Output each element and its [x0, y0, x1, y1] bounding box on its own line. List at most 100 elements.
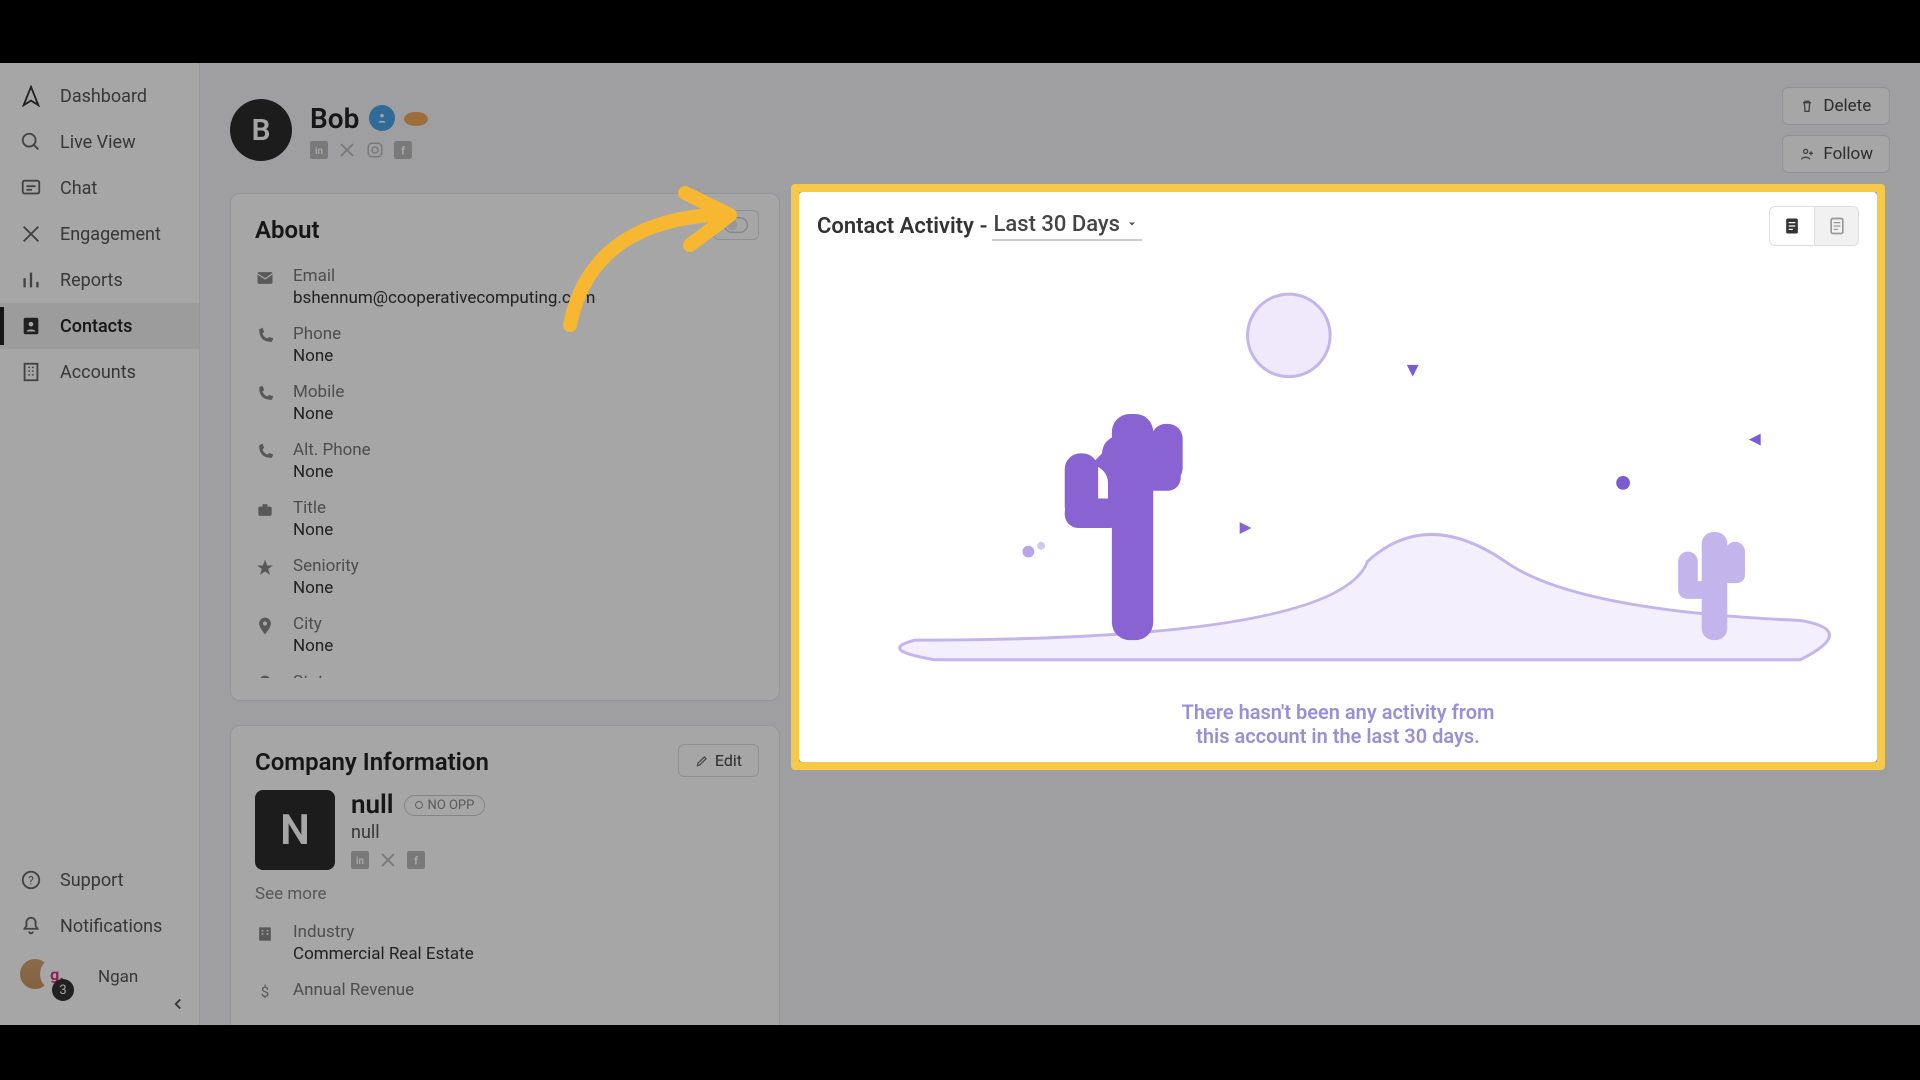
no-opp-chip: NO OPP	[404, 795, 486, 816]
field-title: TitleNone	[255, 490, 755, 548]
star-icon	[255, 556, 281, 578]
svg-text:?: ?	[28, 874, 34, 888]
sidebar-item-support[interactable]: ? Support	[0, 857, 199, 903]
sidebar-item-dashboard[interactable]: Dashboard	[0, 73, 199, 119]
follow-button[interactable]: Follow	[1782, 135, 1890, 173]
trash-icon	[1799, 98, 1815, 114]
engagement-icon	[18, 223, 44, 245]
field-mobile: MobileNone	[255, 374, 755, 432]
activity-view-toggle	[1769, 206, 1859, 246]
sidebar-item-label: Support	[60, 870, 124, 891]
sidebar-item-label: Notifications	[60, 916, 162, 937]
sidebar-item-label: Contacts	[60, 316, 132, 337]
collapse-sidebar-button[interactable]	[169, 995, 187, 1013]
see-more-link[interactable]: See more	[255, 884, 755, 904]
empty-state-illustration	[817, 246, 1859, 700]
svg-text:$: $	[261, 983, 269, 1001]
field-city: CityNone	[255, 606, 755, 664]
linkedin-icon[interactable]: in	[351, 851, 369, 869]
field-email: Email bshennum@cooperativecomputing.com	[255, 258, 755, 316]
about-title: About	[255, 216, 755, 244]
field-phone: PhoneNone	[255, 316, 755, 374]
barchart-icon	[18, 269, 44, 291]
activity-view-grid-button[interactable]	[1814, 207, 1858, 245]
email-icon	[255, 266, 281, 288]
sidebar-item-label: Accounts	[60, 362, 136, 383]
company-avatar: N	[255, 790, 335, 870]
sidebar-item-reports[interactable]: Reports	[0, 257, 199, 303]
briefcase-icon	[255, 498, 281, 520]
instagram-icon[interactable]	[366, 141, 384, 159]
social-icons: in f	[310, 141, 429, 159]
field-seniority: SeniorityNone	[255, 548, 755, 606]
phone-icon	[255, 324, 281, 346]
location-icon	[255, 672, 281, 678]
company-name: null	[351, 790, 394, 820]
globe-search-icon	[18, 131, 44, 153]
x-twitter-icon[interactable]	[338, 141, 356, 159]
follow-button-label: Follow	[1823, 144, 1873, 164]
sidebar-item-contacts[interactable]: Contacts	[0, 303, 199, 349]
sidebar-item-accounts[interactable]: Accounts	[0, 349, 199, 395]
sidebar-item-label: Engagement	[60, 224, 161, 245]
chat-icon	[18, 177, 44, 199]
document-icon	[1782, 216, 1802, 236]
sidebar-item-label: Reports	[60, 270, 123, 291]
pencil-icon	[695, 754, 709, 768]
contact-header: B Bob in f	[200, 63, 1920, 183]
notification-count-badge: 3	[52, 979, 74, 1001]
company-name-row: null NO OPP	[351, 790, 485, 820]
sidebar-item-label: Chat	[60, 178, 97, 199]
help-icon: ?	[18, 869, 44, 891]
logo-icon	[18, 85, 44, 107]
contact-name-row: Bob	[310, 102, 429, 135]
company-edit-button[interactable]: Edit	[678, 744, 759, 777]
contact-name: Bob	[310, 102, 359, 135]
building-icon	[18, 361, 44, 383]
field-value: bshennum@cooperativecomputing.com	[293, 288, 755, 308]
field-industry: IndustryCommercial Real Estate	[255, 914, 755, 972]
activity-title-prefix: Contact Activity -	[817, 214, 988, 239]
about-edit-button[interactable]	[713, 210, 759, 240]
company-subname: null	[351, 822, 485, 843]
about-card: About Email bshennum@cooperativecomputin…	[230, 193, 780, 701]
chevron-down-icon	[1126, 218, 1138, 230]
activity-view-list-button[interactable]	[1770, 207, 1814, 245]
building-icon	[255, 922, 281, 944]
facebook-icon[interactable]: f	[394, 141, 412, 159]
person-add-icon	[1799, 146, 1815, 162]
svg-text:in: in	[356, 856, 364, 867]
sidebar-item-liveview[interactable]: Live View	[0, 119, 199, 165]
linkedin-icon[interactable]: in	[310, 141, 328, 159]
activity-range-dropdown[interactable]: Last 30 Days	[992, 212, 1143, 241]
contact-avatar: B	[230, 99, 292, 161]
dollar-icon: $	[255, 980, 281, 1002]
field-state: State	[255, 664, 755, 678]
avatar-stack: g. 3	[18, 957, 74, 997]
activity-header: Contact Activity - Last 30 Days	[817, 206, 1859, 246]
contacts-icon	[18, 315, 44, 337]
field-altphone: Alt. PhoneNone	[255, 432, 755, 490]
delete-button-label: Delete	[1823, 96, 1871, 116]
delete-button[interactable]: Delete	[1782, 87, 1890, 125]
company-card: Company Information Edit N null	[230, 725, 780, 1025]
x-twitter-icon[interactable]	[379, 851, 397, 869]
sidebar-item-label: Dashboard	[60, 86, 147, 107]
salesforce-cloud-icon	[403, 109, 429, 127]
phone-icon	[255, 382, 281, 404]
phone-icon	[255, 440, 281, 462]
sidebar-item-chat[interactable]: Chat	[0, 165, 199, 211]
field-label: Email	[293, 266, 755, 286]
empty-state-text: There hasn't been any activity from this…	[817, 700, 1859, 748]
activity-card: Contact Activity - Last 30 Days	[799, 192, 1877, 762]
person-badge-icon	[369, 105, 395, 131]
sidebar-item-label: Live View	[60, 132, 136, 153]
document-alt-icon	[1827, 216, 1847, 236]
bell-icon	[18, 915, 44, 937]
sidebar-item-notifications[interactable]: Notifications	[0, 903, 199, 949]
facebook-icon[interactable]: f	[407, 851, 425, 869]
svg-text:in: in	[315, 145, 323, 156]
sidebar: Dashboard Live View Chat Engagement Repo…	[0, 63, 200, 1025]
activity-card-highlight: Contact Activity - Last 30 Days	[791, 184, 1885, 770]
sidebar-item-engagement[interactable]: Engagement	[0, 211, 199, 257]
